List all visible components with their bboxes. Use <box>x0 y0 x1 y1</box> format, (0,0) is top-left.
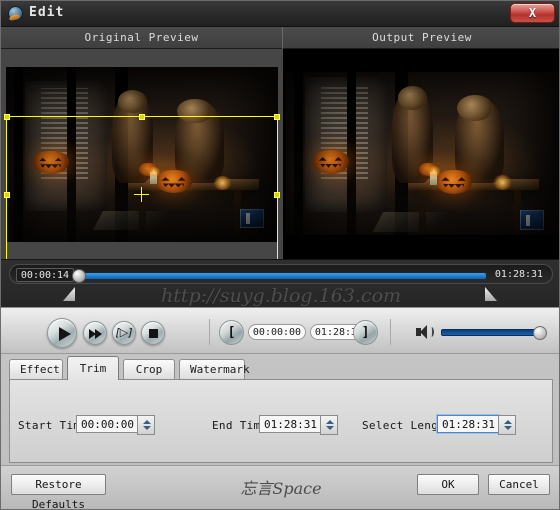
total-time-display: 01:28:31 <box>494 269 544 280</box>
crop-handle-top-center[interactable] <box>139 114 145 120</box>
crop-selection-rect[interactable] <box>4 114 280 259</box>
end-time-value: 01:28:31 <box>264 418 317 431</box>
volume-slider-knob[interactable] <box>533 326 547 340</box>
window-title: Edit <box>29 5 65 20</box>
footer-bar: Restore Defaults 忘言Space OK Cancel <box>1 465 559 509</box>
crop-handle-top-left[interactable] <box>4 114 10 120</box>
tab-effect[interactable]: Effect <box>9 359 63 380</box>
current-time-display: 00:00:14 <box>16 268 74 282</box>
transport-bar: [▷] [ 00:00:00 01:28:31 ] <box>1 307 559 354</box>
globe-icon <box>8 6 23 21</box>
crop-handle-top-right[interactable] <box>274 114 280 120</box>
set-end-point-button[interactable]: ] <box>353 320 378 345</box>
set-start-point-button[interactable]: [ <box>219 320 244 345</box>
output-preview-pane[interactable] <box>283 49 559 259</box>
select-length-input[interactable]: 01:28:31 <box>437 415 516 435</box>
play-button[interactable] <box>47 318 77 348</box>
crop-center-crosshair <box>134 187 149 202</box>
original-preview-pane[interactable] <box>1 49 283 259</box>
separator <box>390 319 391 345</box>
seek-bar[interactable] <box>72 269 486 283</box>
start-time-input[interactable]: 00:00:00 <box>76 415 155 435</box>
tab-crop[interactable]: Crop <box>123 359 175 380</box>
crop-handle-middle-left[interactable] <box>4 192 10 198</box>
close-button[interactable]: X <box>510 3 555 23</box>
select-length-value: 01:28:31 <box>442 418 495 431</box>
tab-watermark[interactable]: Watermark <box>179 359 250 380</box>
restore-defaults-button[interactable]: Restore Defaults <box>11 474 106 509</box>
crop-handle-middle-right[interactable] <box>274 192 280 198</box>
end-time-stepper[interactable] <box>320 415 338 435</box>
separator <box>209 319 210 345</box>
select-length-stepper[interactable] <box>498 415 516 435</box>
snapshot-button[interactable]: [▷] <box>112 321 136 345</box>
output-video-frame <box>286 62 558 245</box>
tab-strip: Effect Trim Crop Watermark <box>1 354 559 380</box>
seek-bar-fill <box>78 273 486 279</box>
volume-slider[interactable] <box>441 326 547 340</box>
close-icon: X <box>528 6 537 20</box>
preview-panes <box>1 49 559 259</box>
seek-bar-knob[interactable] <box>72 269 86 283</box>
original-preview-label: Original Preview <box>1 27 283 49</box>
trim-handle-end[interactable] <box>485 287 497 301</box>
output-preview-label: Output Preview <box>372 31 472 44</box>
timeline-area: 00:00:14 01:28:31 http://suyg.blog.163.c… <box>1 259 559 307</box>
edit-dialog: Edit X Original Preview Output Preview 0… <box>0 0 560 510</box>
start-point-display: 00:00:00 <box>248 324 306 340</box>
cancel-button[interactable]: Cancel <box>488 474 550 495</box>
end-time-input[interactable]: 01:28:31 <box>259 415 338 435</box>
preview-header-strip: Original Preview Output Preview <box>1 27 559 49</box>
ok-button[interactable]: OK <box>417 474 479 495</box>
seek-track[interactable]: 00:00:14 01:28:31 <box>9 264 553 284</box>
stop-button[interactable] <box>141 321 165 345</box>
trim-handle-start[interactable] <box>63 287 75 301</box>
tab-trim[interactable]: Trim <box>67 356 119 380</box>
start-time-value: 00:00:00 <box>81 418 134 431</box>
trim-panel: Start Time: 00:00:00 End Time: 01:28:31 … <box>9 379 553 463</box>
snapshot-icon: [▷] <box>115 326 133 339</box>
title-bar: Edit X <box>1 1 559 27</box>
fast-forward-button[interactable] <box>83 321 107 345</box>
start-time-stepper[interactable] <box>137 415 155 435</box>
url-watermark: http://suyg.blog.163.com <box>160 285 402 307</box>
speaker-icon[interactable] <box>416 325 434 339</box>
